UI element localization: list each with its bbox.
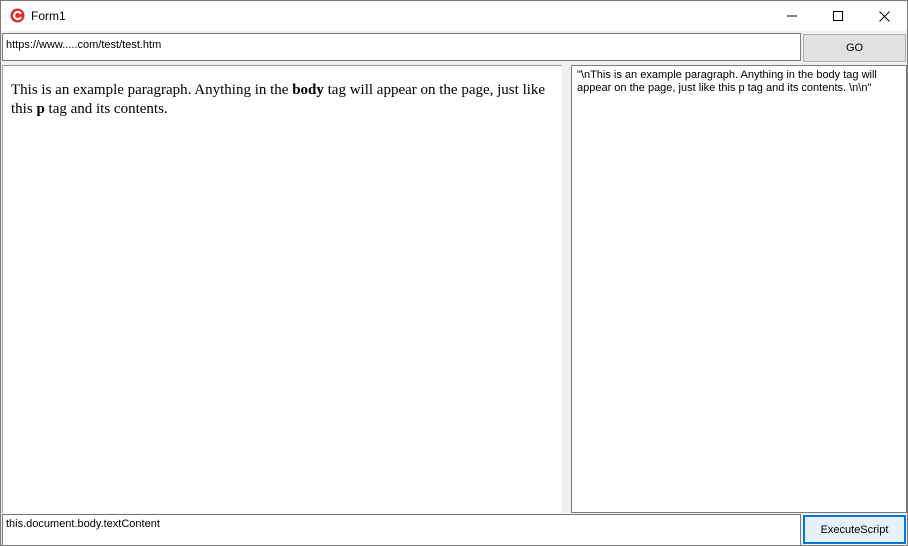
maximize-icon — [833, 11, 843, 21]
page-paragraph: This is an example paragraph. Anything i… — [11, 81, 557, 119]
go-button[interactable]: GO — [803, 34, 906, 62]
script-input[interactable]: this.document.body.textContent — [2, 514, 801, 546]
execute-script-label: ExecuteScript — [820, 523, 889, 536]
paragraph-bold-p: p — [36, 101, 45, 117]
execute-script-button[interactable]: ExecuteScript — [803, 515, 906, 544]
app-logo-icon — [10, 8, 25, 23]
web-browser-view[interactable]: This is an example paragraph. Anything i… — [2, 65, 563, 513]
script-input-value: this.document.body.textContent — [6, 518, 160, 530]
close-button[interactable] — [861, 1, 907, 31]
paragraph-bold-body: body — [292, 82, 324, 98]
maximize-button[interactable] — [815, 1, 861, 31]
window-title: Form1 — [31, 9, 66, 23]
title-bar[interactable]: Form1 — [1, 1, 907, 31]
app-window: Form1 https://www.....com/test/test.htm … — [0, 0, 908, 546]
minimize-button[interactable] — [769, 1, 815, 31]
go-button-label: GO — [845, 42, 864, 54]
url-input-value: https://www.....com/test/test.htm — [6, 39, 162, 51]
splitter[interactable] — [562, 65, 570, 513]
script-output-textbox[interactable]: "\nThis is an example paragraph. Anythin… — [571, 65, 907, 513]
paragraph-text-3: tag and its contents. — [44, 101, 168, 117]
script-output-text: "\nThis is an example paragraph. Anythin… — [577, 69, 880, 94]
paragraph-text-1: This is an example paragraph. Anything i… — [11, 82, 293, 98]
url-input[interactable]: https://www.....com/test/test.htm — [2, 33, 801, 61]
close-icon — [878, 10, 890, 22]
minimize-icon — [787, 15, 797, 17]
